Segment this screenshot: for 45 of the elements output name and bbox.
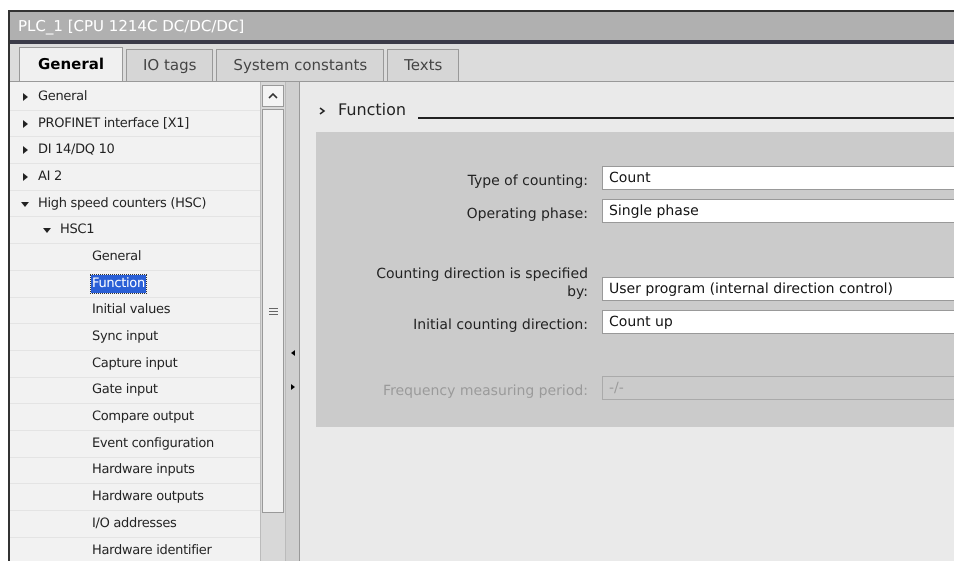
- tab[interactable]: System constants: [216, 49, 384, 81]
- scroll-up-button[interactable]: [262, 85, 284, 107]
- section-title: Function: [338, 100, 406, 120]
- dropdown-field[interactable]: Count up: [602, 310, 954, 334]
- grip-icon: [268, 308, 278, 314]
- tree-item[interactable]: General: [91, 248, 142, 266]
- arrow-right-icon[interactable]: [290, 384, 294, 390]
- chevron-up-icon: [268, 93, 278, 99]
- tree-item[interactable]: Compare output: [91, 408, 195, 426]
- tab[interactable]: Texts: [387, 49, 460, 81]
- caret-right-icon[interactable]: [21, 120, 29, 128]
- tree-item[interactable]: DI 14/DQ 10: [37, 141, 116, 160]
- field-label: Operating phase:: [466, 205, 588, 223]
- tree-item[interactable]: Gate input: [91, 381, 159, 400]
- tree-item[interactable]: Hardware identifier: [91, 542, 213, 560]
- caret-down-icon[interactable]: [43, 226, 51, 234]
- tree-item[interactable]: High speed counters (HSC): [37, 194, 208, 213]
- tree-item[interactable]: AI 2: [37, 168, 63, 186]
- tree-item[interactable]: Function: [91, 274, 146, 293]
- tree-item[interactable]: Hardware inputs: [91, 461, 196, 480]
- tree-item[interactable]: Hardware outputs: [91, 488, 205, 506]
- tree-item[interactable]: General: [37, 88, 88, 106]
- tree-item[interactable]: HSC1: [59, 221, 96, 240]
- caret-right-icon[interactable]: [21, 172, 29, 181]
- tree-item[interactable]: I/O addresses: [91, 514, 178, 533]
- tree-item[interactable]: Initial values: [91, 301, 172, 320]
- tree-item[interactable]: PROFINET interface [X1]: [37, 114, 190, 133]
- arrow-left-icon[interactable]: [290, 350, 294, 356]
- caret-down-icon[interactable]: [21, 200, 29, 208]
- field-label: Initial counting direction:: [412, 316, 588, 334]
- tab[interactable]: IO tags: [126, 49, 214, 81]
- scrollbar-thumb[interactable]: [262, 109, 284, 513]
- tree-item[interactable]: Capture input: [91, 354, 178, 373]
- chevron-right-icon[interactable]: [319, 107, 326, 115]
- field-label: Type of counting:: [466, 172, 588, 190]
- tree-item[interactable]: Sync input: [91, 328, 159, 346]
- caret-right-icon[interactable]: [21, 146, 29, 154]
- tree-item[interactable]: Event configuration: [91, 434, 215, 453]
- field-label: Counting direction is specified by:: [375, 265, 588, 301]
- dropdown-field[interactable]: Single phase: [602, 199, 954, 223]
- caret-right-icon[interactable]: [21, 92, 29, 101]
- dropdown-field[interactable]: User program (internal direction control): [602, 277, 954, 301]
- window-title: PLC_1 [CPU 1214C DC/DC/DC]: [18, 16, 244, 37]
- dropdown-field[interactable]: Count: [602, 166, 954, 190]
- tab[interactable]: General: [19, 47, 123, 81]
